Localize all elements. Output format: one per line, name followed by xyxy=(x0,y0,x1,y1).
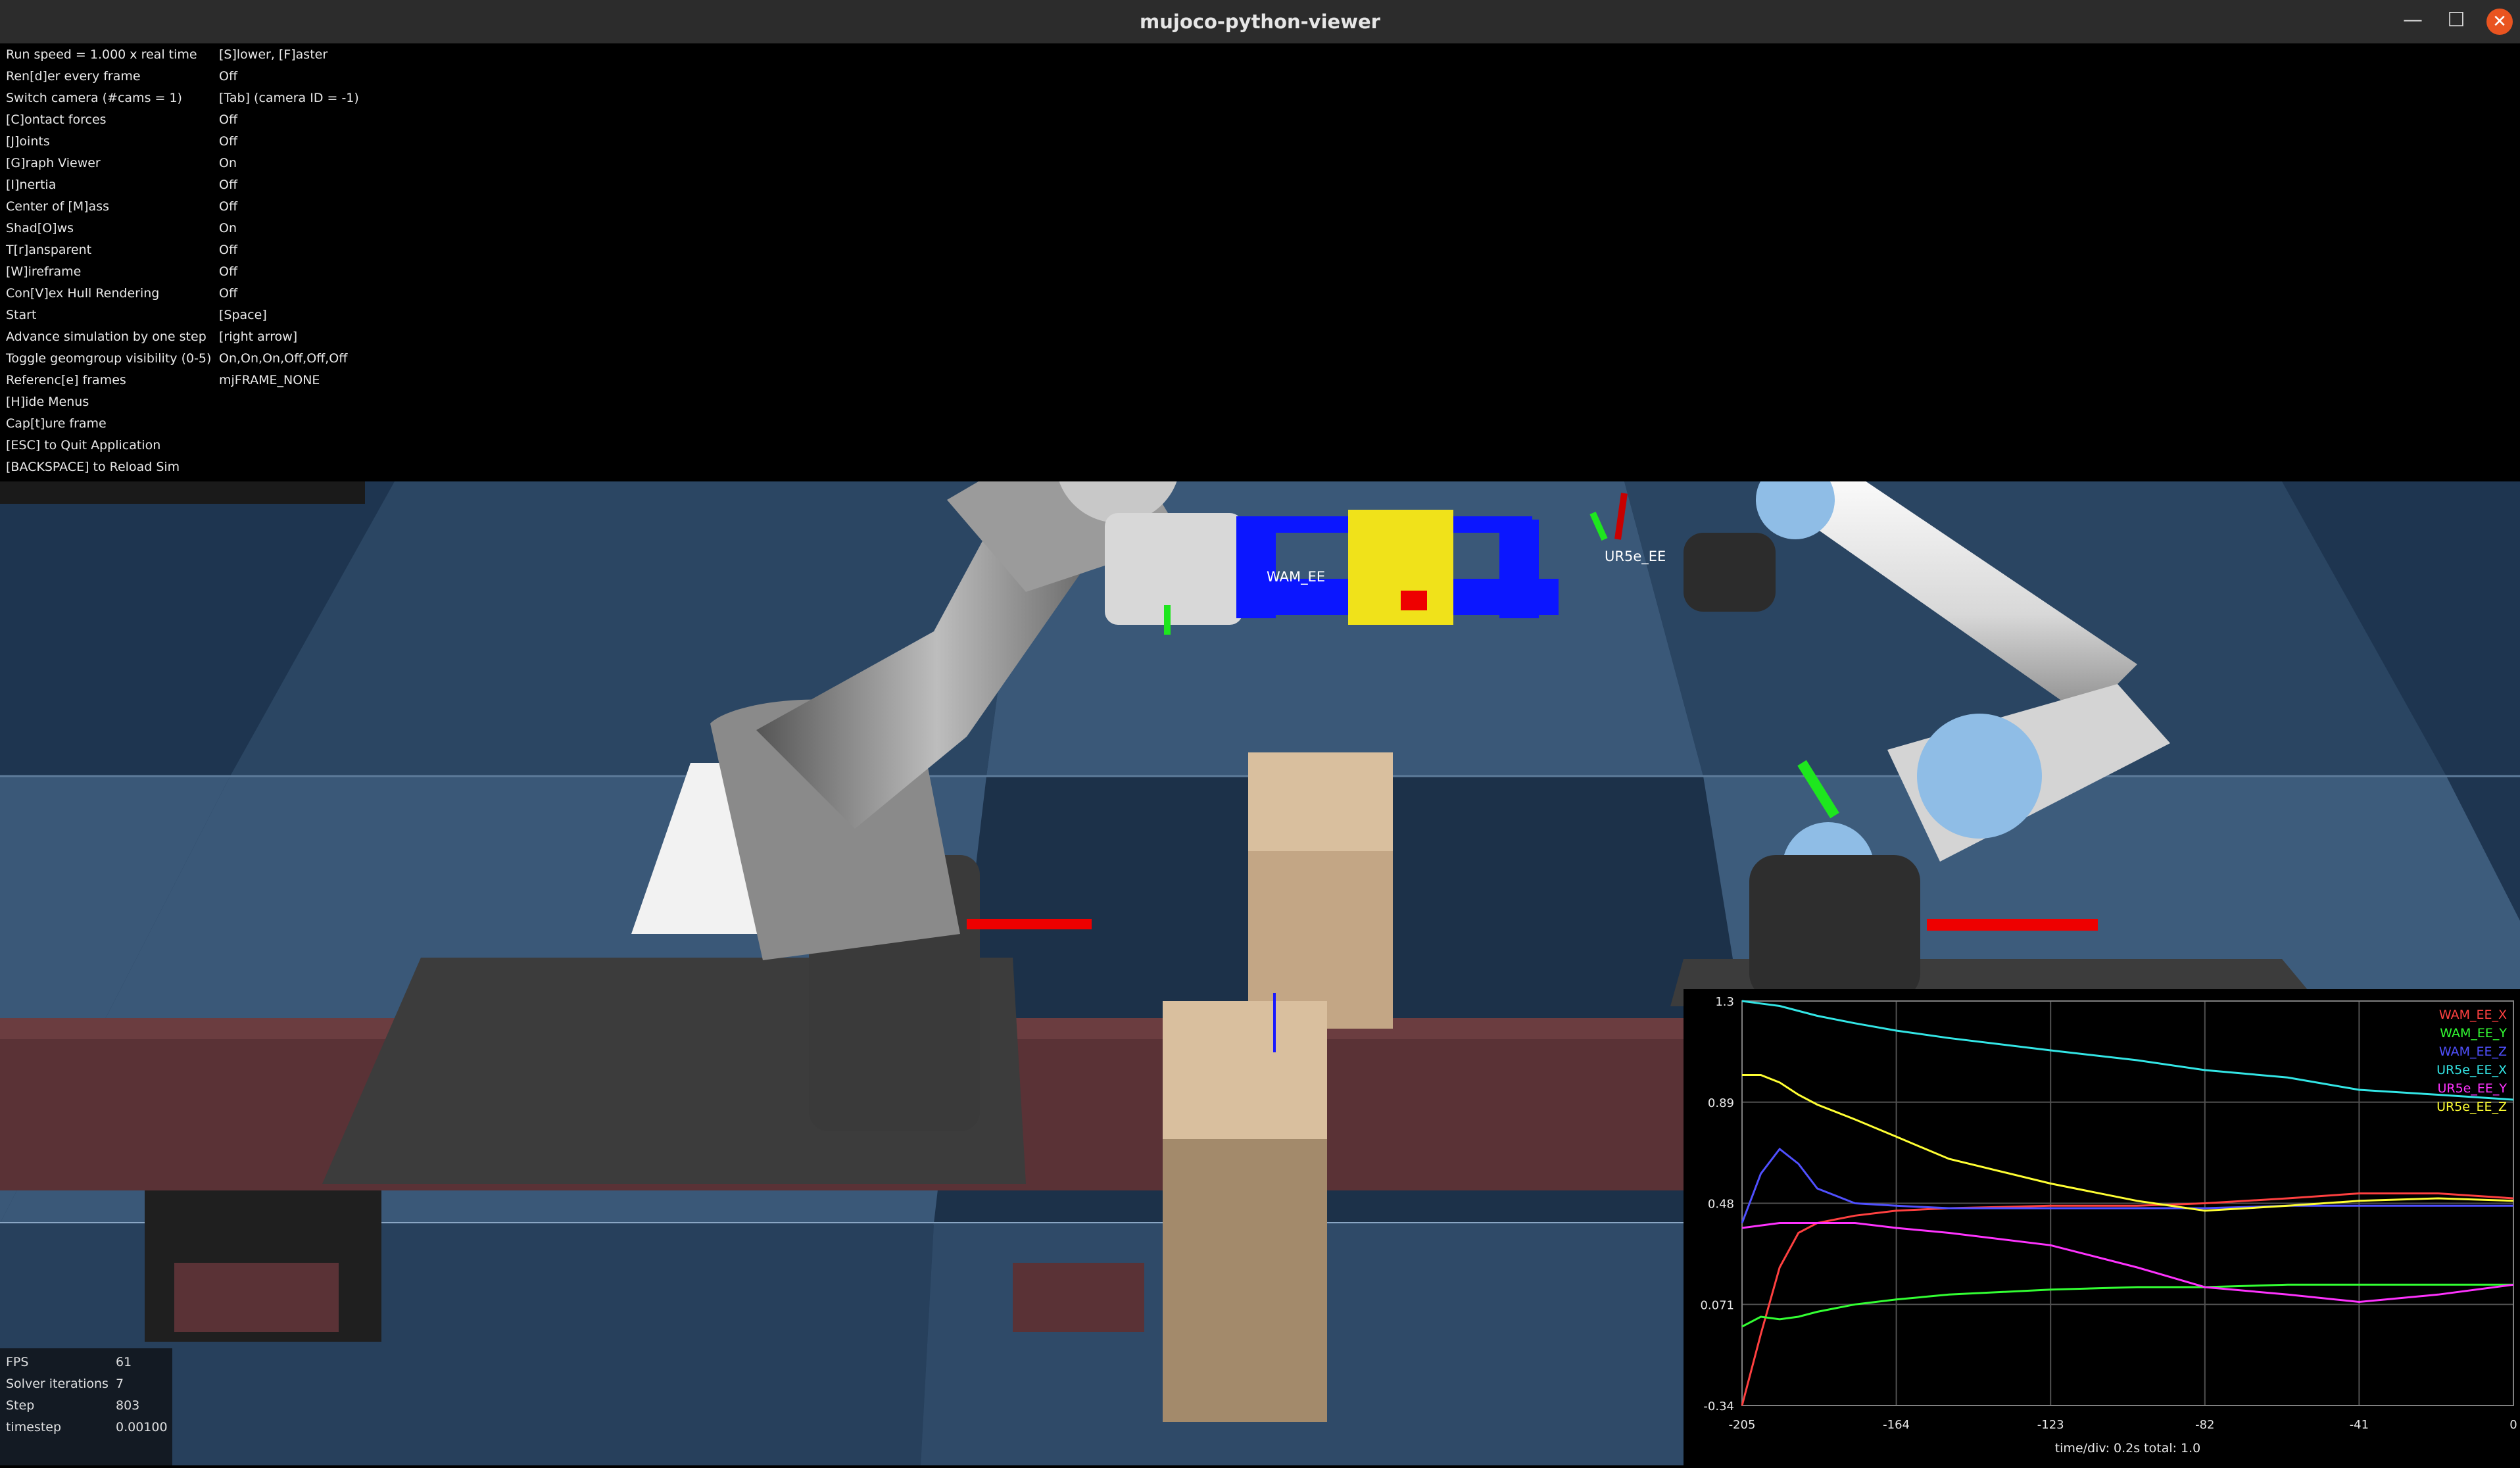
menu-item-label: [ESC] to Quit Application xyxy=(6,438,161,453)
menu-item-value: Off xyxy=(219,178,238,192)
menu-item-value: On xyxy=(219,221,237,235)
red-marker xyxy=(1401,591,1427,610)
graph-legend-entry: UR5e_EE_Y xyxy=(2437,1081,2507,1096)
viewer-menu: Run speed = 1.000 x real time [S]lower, [… xyxy=(0,43,2520,481)
menu-item-value: Off xyxy=(219,69,238,84)
rail-foot xyxy=(174,1263,339,1332)
stat-value: 7 xyxy=(116,1377,124,1391)
menu-item-label: [BACKSPACE] to Reload Sim xyxy=(6,460,180,474)
graph-series-line xyxy=(1741,1283,2513,1328)
graph-plot: 1.3 0.89 0.48 0.071 -0.34 -205 -164 -123 -82 -41 0… xyxy=(1700,995,2517,1456)
graph-x-tick-label: -41 xyxy=(2350,1418,2369,1432)
menu-item-value: Off xyxy=(219,112,238,127)
floor-tile xyxy=(921,1223,1815,1465)
graph-x-tick-label: -123 xyxy=(2037,1418,2064,1432)
menu-item-label: [W]ireframe xyxy=(6,264,82,279)
menu-item-value: Off xyxy=(219,264,238,279)
menu-item-label: Cap[t]ure frame xyxy=(6,416,107,431)
menu-item-value: On xyxy=(219,156,237,170)
wooden-box-front-top xyxy=(1163,1001,1327,1139)
graph-y-tick-label: 1.3 xyxy=(1715,995,1734,1009)
wam-gripper xyxy=(1105,513,1243,625)
graph-series-line xyxy=(1741,1192,2514,1406)
menu-item-label: T[r]ansparent xyxy=(6,243,92,257)
menu-item-value: Off xyxy=(219,286,238,301)
axis-x-marker xyxy=(967,919,1092,929)
graph-y-tick-label: 0.071 xyxy=(1700,1298,1734,1312)
menu-item-label: Advance simulation by one step xyxy=(6,330,206,344)
graph-legend-entry: WAM_EE_X xyxy=(2439,1008,2507,1022)
ur5e-joint xyxy=(1917,714,2042,839)
graph-x-tick-label: 0 xyxy=(2509,1418,2517,1432)
menu-item-label: Referenc[e] frames xyxy=(6,373,126,387)
menu-item-label: Center of [M]ass xyxy=(6,199,110,214)
graph-y-tick-label: -0.34 xyxy=(1703,1400,1734,1413)
stat-value: 61 xyxy=(116,1355,132,1369)
graph-series-line xyxy=(1741,1000,2514,1101)
menu-item-value: On,On,On,Off,Off,Off xyxy=(219,351,348,366)
menu-item-value: Off xyxy=(219,199,238,214)
graph-legend-entry: WAM_EE_Z xyxy=(2439,1044,2507,1059)
menu-item-label: Shad[O]ws xyxy=(6,221,74,235)
graph-y-tick-label: 0.89 xyxy=(1708,1096,1734,1110)
menu-item-label: [H]ide Menus xyxy=(6,395,89,409)
menu-item-value: Off xyxy=(219,243,238,257)
ur5e-ee-label: UR5e_EE xyxy=(1605,549,1666,565)
menu-item-value: mjFRAME_NONE xyxy=(219,373,320,387)
stat-label: Solver iterations xyxy=(6,1377,109,1391)
menu-item-label: [J]oints xyxy=(6,134,50,149)
close-icon: ✕ xyxy=(2486,9,2513,35)
menu-item-value: [S]lower, [F]aster xyxy=(219,47,328,62)
menu-item-label: Switch camera (#cams = 1) xyxy=(6,91,182,105)
stat-label: Step xyxy=(6,1398,35,1413)
graph-series-line xyxy=(1741,1222,2514,1304)
ur5e-base xyxy=(1749,855,1920,1000)
close-button[interactable]: ✕ xyxy=(2478,0,2520,43)
maximize-icon: ☐ xyxy=(2447,9,2465,32)
stats-panel: FPS 61 Solver iterations 7 Step 803 timestep 0.… xyxy=(0,1348,172,1465)
stat-label: FPS xyxy=(6,1355,29,1369)
minimize-icon: — xyxy=(2403,9,2423,32)
menu-item-label: [C]ontact forces xyxy=(6,112,107,127)
menu-item-value: Off xyxy=(219,134,238,149)
menu-item-label: Start xyxy=(6,308,37,322)
menu-item-label: Run speed = 1.000 x real time xyxy=(6,47,197,62)
handle-right xyxy=(1499,520,1539,618)
graph-legend-entry: UR5e_EE_X xyxy=(2436,1063,2507,1077)
window-title: mujoco-python-viewer xyxy=(1140,11,1380,33)
stat-label: timestep xyxy=(6,1420,62,1434)
menu-item-value: [right arrow] xyxy=(219,330,298,344)
menu-item-label: Toggle geomgroup visibility (0-5) xyxy=(6,351,212,366)
menu-item-label: [I]nertia xyxy=(6,178,57,192)
menu-item-label: Ren[d]er every frame xyxy=(6,69,141,84)
graph-x-tick-label: -205 xyxy=(1729,1418,1756,1432)
stat-value: 0.00100 xyxy=(116,1420,168,1434)
wooden-box-back-top xyxy=(1248,752,1393,851)
stat-value: 803 xyxy=(116,1398,140,1413)
graph-x-tick-label: -164 xyxy=(1883,1418,1910,1432)
minimize-button[interactable]: — xyxy=(2391,0,2435,43)
graph-footer: time/div: 0.2s total: 1.0 xyxy=(2055,1441,2201,1456)
graph-legend-entry: WAM_EE_Y xyxy=(2440,1026,2507,1040)
graph-viewer: 1.3 0.89 0.48 0.071 -0.34 -205 -164 -123 -82 -41 0… xyxy=(1684,989,2520,1465)
menu-item-label: [G]raph Viewer xyxy=(6,156,101,170)
rail-foot xyxy=(1013,1263,1144,1332)
graph-y-tick-label: 0.48 xyxy=(1708,1198,1734,1211)
menu-panel-edge xyxy=(0,481,365,504)
wam-ee-label: WAM_EE xyxy=(1267,569,1325,585)
menu-item-value: [Space] xyxy=(219,308,267,322)
graph-legend-entry: UR5e_EE_Z xyxy=(2436,1100,2507,1114)
graph-series-line xyxy=(1741,1147,2513,1224)
graph-series-line xyxy=(1742,1074,2514,1212)
ur5e-wrist xyxy=(1684,533,1776,612)
menu-item-value: [Tab] (camera ID = -1) xyxy=(219,91,359,105)
menu-item-label: Con[V]ex Hull Rendering xyxy=(6,286,160,301)
maximize-button[interactable]: ☐ xyxy=(2435,0,2478,43)
window-titlebar[interactable]: mujoco-python-viewer — ☐ ✕ xyxy=(0,0,2520,43)
graph-x-tick-label: -82 xyxy=(2195,1418,2214,1432)
axis-x-marker xyxy=(1927,919,2098,931)
